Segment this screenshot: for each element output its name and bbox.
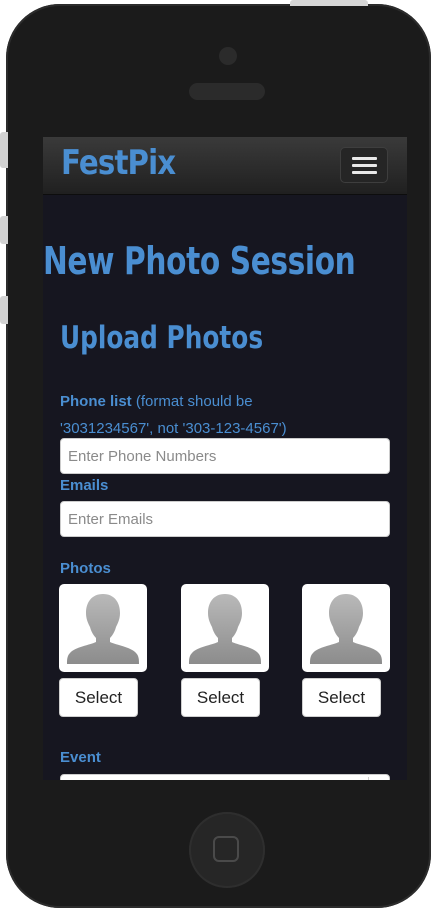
select-photo-3-button[interactable]: Select [302,678,381,717]
hamburger-menu-icon [352,157,377,160]
volume-up-button [0,216,8,244]
emails-input[interactable] [60,501,390,537]
hamburger-menu-icon-bar [352,164,377,167]
navbar: FestPix [43,137,407,195]
app-screen: FestPix New Photo Session Upload Photos … [43,137,407,780]
home-button[interactable] [189,812,265,888]
hamburger-menu-button[interactable] [340,147,388,183]
photos-label: Photos [60,560,111,577]
home-square-icon [213,836,239,862]
section-title: Upload Photos [60,320,264,356]
phone-numbers-input[interactable] [60,438,390,474]
page-title: New Photo Session [43,239,356,283]
front-camera [219,47,237,65]
select-photo-1-button[interactable]: Select [59,678,138,717]
select-photo-2-button[interactable]: Select [181,678,260,717]
emails-label: Emails [60,477,109,494]
person-silhouette-icon [67,594,139,664]
mute-switch [0,132,8,168]
photo-slot-2[interactable] [181,584,269,672]
hamburger-menu-icon-bar [352,171,377,174]
volume-down-button [0,296,8,324]
person-silhouette-icon [310,594,382,664]
phone-device-frame: FestPix New Photo Session Upload Photos … [6,4,431,908]
event-select[interactable] [60,774,390,780]
earpiece-speaker [189,83,265,100]
event-label: Event [60,749,101,766]
select-divider [368,777,369,780]
photo-slot-3[interactable] [302,584,390,672]
person-silhouette-icon [189,594,261,664]
photo-slot-1[interactable] [59,584,147,672]
phone-format-hint: (format should be [131,393,253,410]
phone-list-label: Phone list (format should be [60,393,253,410]
brand-logo[interactable]: FestPix [61,143,176,183]
phone-list-label-text: Phone list [60,393,132,410]
phone-format-hint-example: '3031234567', not '303-123-4567') [60,420,287,437]
power-button [290,0,368,6]
